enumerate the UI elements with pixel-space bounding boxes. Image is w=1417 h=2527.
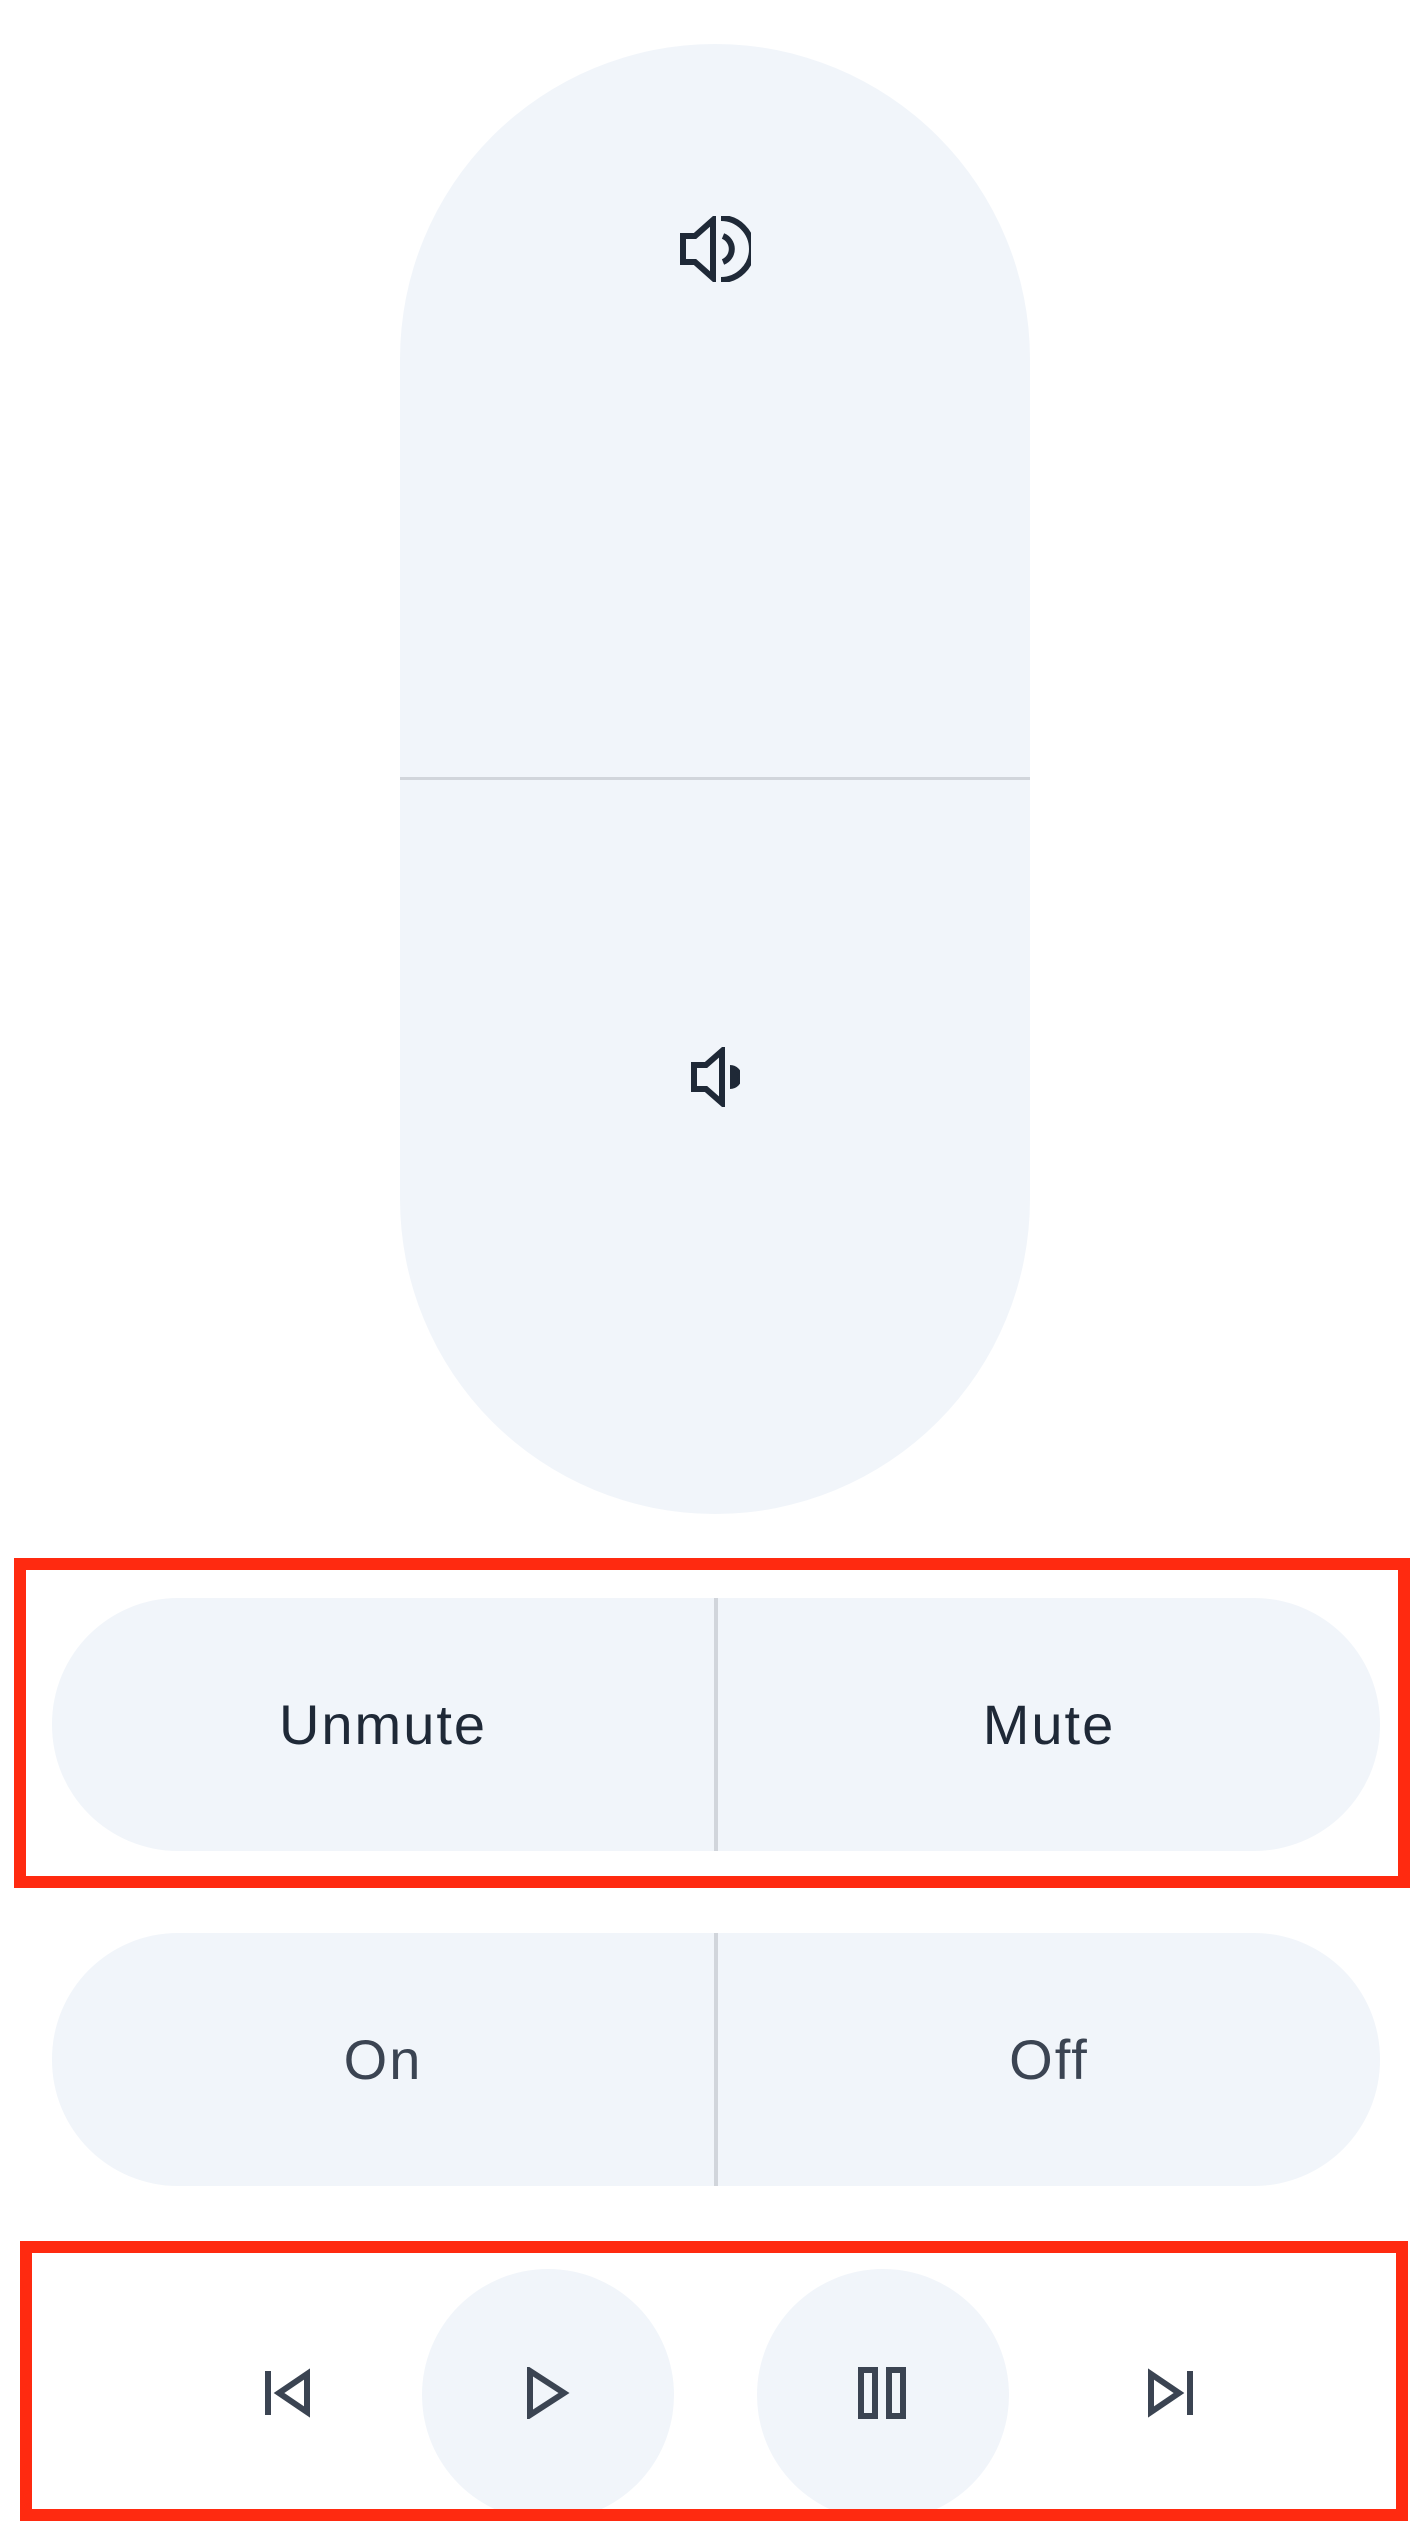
mute-button[interactable]: Mute <box>718 1598 1380 1851</box>
play-icon <box>526 2364 570 2424</box>
skip-next-icon <box>1145 2367 1195 2423</box>
media-controls <box>20 2241 1408 2521</box>
off-button[interactable]: Off <box>718 1933 1380 2186</box>
skip-previous-button[interactable] <box>162 2269 414 2521</box>
unmute-button[interactable]: Unmute <box>52 1598 714 1851</box>
volume-up-icon <box>679 216 751 282</box>
skip-next-button[interactable] <box>1044 2269 1296 2521</box>
off-label: Off <box>1009 2028 1089 2091</box>
volume-down-icon <box>690 1046 740 1107</box>
volume-down-button[interactable] <box>400 779 1030 1514</box>
power-toggle: On Off <box>52 1933 1380 2186</box>
on-label: On <box>343 2028 423 2091</box>
pause-button[interactable] <box>757 2269 1009 2521</box>
on-button[interactable]: On <box>52 1933 714 2186</box>
pause-icon <box>858 2366 908 2424</box>
skip-previous-icon <box>263 2367 313 2423</box>
volume-up-button[interactable] <box>400 44 1030 779</box>
unmute-label: Unmute <box>278 1693 488 1756</box>
mute-toggle: Unmute Mute <box>52 1598 1380 1851</box>
volume-control <box>400 44 1030 1514</box>
mute-label: Mute <box>982 1693 1116 1756</box>
play-button[interactable] <box>422 2269 674 2521</box>
remote-control-page: Unmute Mute On Off <box>0 0 1417 2527</box>
